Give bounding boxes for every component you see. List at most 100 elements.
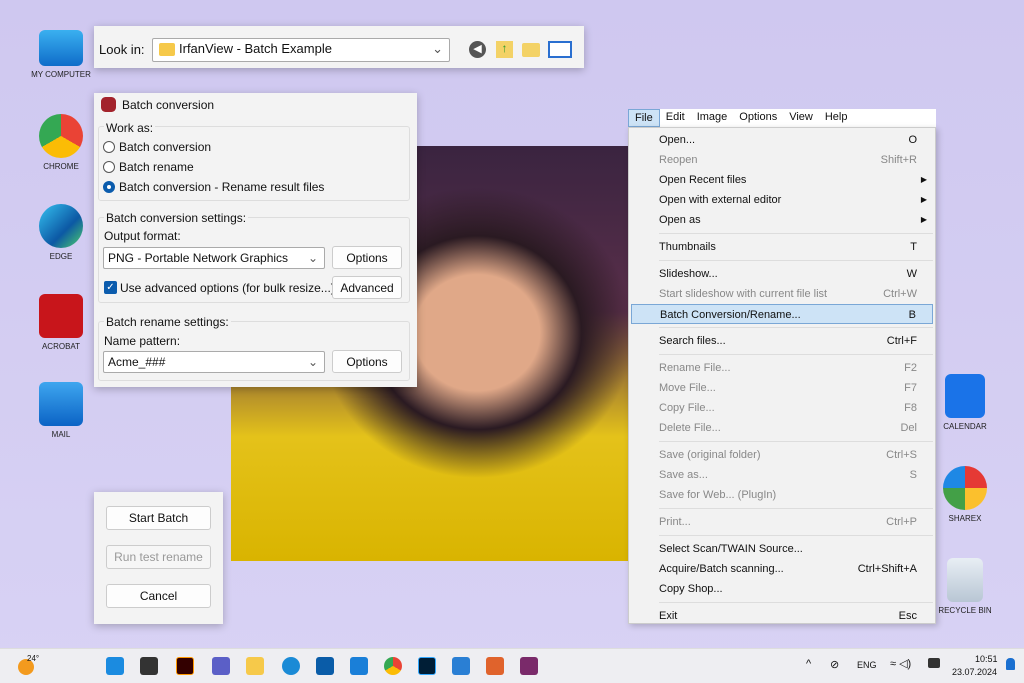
cancel-button[interactable]: Cancel [106,584,211,608]
recycle-bin-icon [947,558,983,602]
monitor-icon [39,30,83,66]
radio-batch-conversion[interactable]: Batch conversion [103,140,211,154]
menu-item-rename-file[interactable]: Rename File... F2 [631,358,933,378]
menu-item-select-scan-twain-source[interactable]: Select Scan/TWAIN Source... [631,539,933,559]
desktop-icon-my-computer[interactable]: MY COMPUTER [26,30,96,79]
desktop-icon-chrome[interactable]: CHROME [26,114,96,171]
menu-item-open-with-external-editor[interactable]: Open with external editor ▶ [631,190,933,210]
icon-label: MAIL [51,430,71,439]
battery-icon[interactable] [928,658,940,668]
back-icon[interactable]: ◀ [469,41,486,58]
edge-taskbar-icon[interactable] [282,657,300,675]
clock-date[interactable]: 23.07.2024 [952,667,997,677]
radio-batch-conversion-rename[interactable]: Batch conversion - Rename result files [103,180,324,194]
desktop-icon-sharex[interactable]: SHAREX [930,466,1000,523]
menu-item-label: Thumbnails [659,241,716,253]
view-menu-icon[interactable] [548,41,572,58]
acrobat-icon [39,294,83,338]
store-icon[interactable] [316,657,334,675]
menu-help[interactable]: Help [819,109,854,127]
menu-item-shortcut: F7 [904,382,917,394]
menu-item-label: Open... [659,134,696,146]
sharex-icon [943,466,987,510]
menu-item-open-recent-files[interactable]: Open Recent files ▶ [631,170,933,190]
menu-item-copy-shop[interactable]: Copy Shop... [631,579,933,599]
submenu-arrow-icon: ▶ [920,195,927,204]
desktop-icon-mail[interactable]: MAIL [26,382,96,439]
menu-item-shortcut: Ctrl+Shift+A [857,563,917,575]
menu-item-delete-file[interactable]: Delete File... Del [631,418,933,438]
radio-batch-rename[interactable]: Batch rename [103,160,194,174]
desktop-icon-calendar[interactable]: CALENDAR [930,374,1000,431]
work-as-label: Work as: [104,121,156,135]
task-view-icon[interactable] [140,657,158,675]
menu-item-acquire-batch-scanning[interactable]: Acquire/Batch scanning... Ctrl+Shift+A [631,559,933,579]
chevron-up-icon[interactable]: ^ [806,658,811,670]
taskbar: 24° ^ ⊘ ENG ≈ ◁) 10:51 23.07.2024 [0,648,1024,683]
menu-item-label: Rename File... [659,362,731,374]
rename-options-button[interactable]: Options [332,350,402,373]
run-test-rename-button[interactable]: Run test rename [106,545,211,569]
menu-item-search-files[interactable]: Search files... Ctrl+F [631,331,933,351]
rename-settings-label: Batch rename settings: [104,315,231,329]
menu-item-save-for-web-plugin[interactable]: Save for Web... (PlugIn) [631,485,933,505]
photoshop-icon[interactable] [418,657,436,675]
menu-item-save-as[interactable]: Save as... S [631,465,933,485]
up-folder-icon[interactable]: ↑ [496,41,513,58]
menu-item-label: Exit [659,610,678,622]
menu-item-print[interactable]: Print... Ctrl+P [631,512,933,532]
menu-image[interactable]: Image [691,109,734,127]
icon-label: CALENDAR [943,422,987,431]
desktop-icon-recycle-bin[interactable]: RECYCLE BIN [930,558,1000,615]
desktop-icon-acrobat[interactable]: ACROBAT [26,294,96,351]
menu-item-batch-conversion-rename[interactable]: Batch Conversion/Rename... B [631,304,933,324]
menu-item-save-original-folder[interactable]: Save (original folder) Ctrl+S [631,445,933,465]
start-icon[interactable] [106,657,124,675]
mail-taskbar-icon[interactable] [350,657,368,675]
calendar-icon [945,374,985,418]
menu-edit[interactable]: Edit [660,109,691,127]
desktop-icon-edge[interactable]: EDGE [26,204,96,261]
name-pattern-input[interactable]: Acme_### ⌄ [103,351,325,373]
notification-bell-icon[interactable] [1006,658,1015,670]
chrome-icon [39,114,83,158]
network-off-icon[interactable]: ⊘ [830,658,839,671]
start-batch-button[interactable]: Start Batch [106,506,211,530]
file-explorer-icon[interactable] [246,657,264,675]
menu-item-copy-file[interactable]: Copy File... F8 [631,398,933,418]
menu-item-reopen[interactable]: Reopen Shift+R [631,150,933,170]
teams-icon[interactable] [212,657,230,675]
menu-item-thumbnails[interactable]: Thumbnails T [631,237,933,257]
advanced-options-checkbox[interactable]: ✓ [104,281,117,294]
menu-item-start-slideshow-with-current-file-list[interactable]: Start slideshow with current file list Ct… [631,284,933,304]
look-in-value: IrfanView - Batch Example [179,41,332,56]
menu-item-move-file[interactable]: Move File... F7 [631,378,933,398]
menu-item-shortcut: T [910,241,917,253]
wifi-volume-icon[interactable]: ≈ ◁) [890,657,911,670]
menu-item-label: Batch Conversion/Rename... [660,309,801,321]
menu-item-label: Copy File... [659,402,715,414]
new-folder-icon[interactable] [522,43,540,57]
illustrator-icon[interactable] [176,657,194,675]
radio-label: Batch conversion - Rename result files [119,180,325,194]
chrome-taskbar-icon[interactable] [384,657,402,675]
look-in-combo[interactable]: IrfanView - Batch Example ⌄ [152,38,450,62]
menu-item-slideshow[interactable]: Slideshow... W [631,264,933,284]
menu-item-open-as[interactable]: Open as ▶ [631,210,933,230]
menu-options[interactable]: Options [733,109,783,127]
menu-separator [659,260,933,261]
menu-item-label: Select Scan/TWAIN Source... [659,543,803,555]
menu-separator [659,508,933,509]
powerpoint-icon[interactable] [486,657,504,675]
menu-file[interactable]: File [628,109,660,127]
photos-icon[interactable] [452,657,470,675]
menu-item-exit[interactable]: Exit Esc [631,606,933,626]
winrar-icon[interactable] [520,657,538,675]
output-format-select[interactable]: PNG - Portable Network Graphics ⌄ [103,247,325,269]
advanced-button[interactable]: Advanced [332,276,402,299]
clock-time[interactable]: 10:51 [975,654,998,664]
format-options-button[interactable]: Options [332,246,402,269]
language-indicator[interactable]: ENG [857,660,877,670]
menu-view[interactable]: View [783,109,819,127]
menu-item-open[interactable]: Open... O [631,130,933,150]
